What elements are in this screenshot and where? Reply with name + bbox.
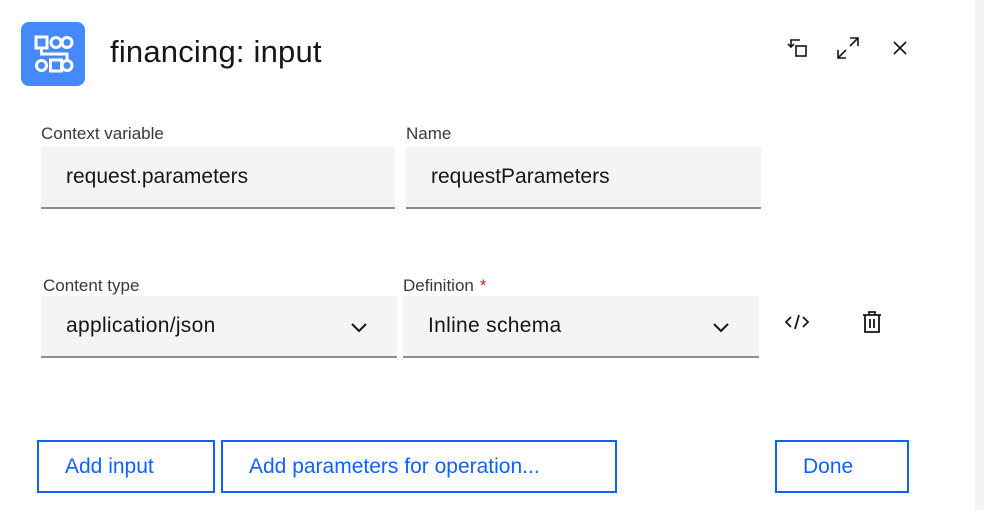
- context-variable-value: request.parameters: [66, 165, 249, 188]
- context-variable-label: Context variable: [41, 124, 164, 143]
- definition-value: Inline schema: [428, 314, 562, 337]
- add-input-button[interactable]: Add input: [37, 440, 215, 493]
- restore-button[interactable]: [784, 36, 812, 64]
- content-type-label: Content type: [43, 276, 140, 295]
- close-button[interactable]: [886, 36, 914, 64]
- done-button[interactable]: Done: [775, 440, 909, 493]
- definition-select[interactable]: Inline schema: [403, 296, 759, 358]
- maximize-button[interactable]: [834, 36, 862, 64]
- chevron-down-icon: [713, 323, 729, 333]
- restore-icon: [786, 36, 810, 65]
- name-field[interactable]: requestParameters: [406, 147, 761, 209]
- name-label: Name: [406, 124, 452, 143]
- edit-code-button[interactable]: [781, 308, 813, 340]
- required-marker: *: [479, 276, 487, 295]
- add-parameters-button[interactable]: Add parameters for operation...: [221, 440, 617, 493]
- maximize-icon: [835, 35, 861, 66]
- delete-button[interactable]: [856, 308, 888, 340]
- content-type-select[interactable]: application/json: [41, 296, 397, 358]
- definition-label-text: Definition: [403, 276, 474, 295]
- name-value: requestParameters: [431, 165, 610, 188]
- scrollbar-track[interactable]: [975, 0, 984, 510]
- trash-icon: [861, 310, 883, 339]
- chevron-down-icon: [351, 323, 367, 333]
- definition-label: Definition *: [403, 276, 487, 296]
- context-variable-field[interactable]: request.parameters: [41, 147, 395, 209]
- content-type-value: application/json: [66, 314, 216, 337]
- close-icon: [892, 40, 908, 61]
- page-title: financing: input: [110, 34, 322, 69]
- flow-diagram-icon: [21, 22, 85, 86]
- code-icon: [784, 311, 810, 338]
